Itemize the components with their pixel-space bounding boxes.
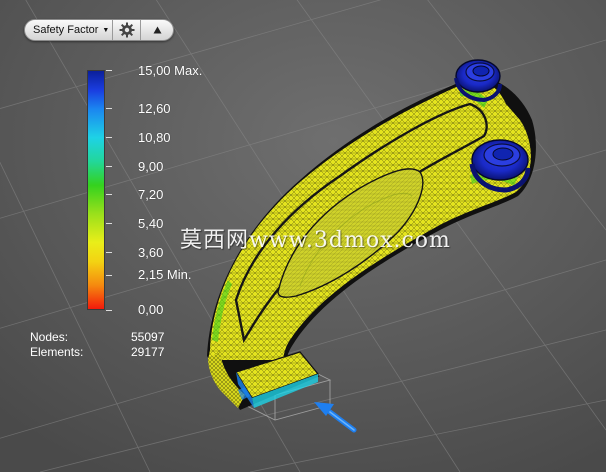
legend-tick	[106, 223, 112, 224]
collapse-menu-button[interactable]	[141, 20, 173, 40]
legend-label: 7,20	[138, 187, 164, 202]
legend-colorbar	[87, 70, 105, 310]
legend-label: 12,60	[138, 101, 171, 116]
result-type-dropdown[interactable]: Safety Factor ▼	[25, 20, 113, 40]
legend-tick	[106, 310, 112, 311]
legend-tick	[106, 137, 112, 138]
legend-tick	[106, 275, 112, 276]
result-toolbar: Safety Factor ▼	[24, 19, 174, 41]
legend-tick	[106, 194, 112, 195]
legend-label: 3,60	[138, 245, 164, 260]
result-type-label: Safety Factor	[33, 24, 99, 36]
legend-label: 5,40	[138, 216, 164, 231]
nodes-label: Nodes:	[30, 330, 69, 344]
watermark-text: 莫西网www.3dmox.com	[180, 228, 451, 253]
legend-label-min: 2,15 Min.	[138, 267, 192, 282]
legend-tick	[106, 108, 112, 109]
legend-label-max: 15,00 Max.	[138, 63, 203, 78]
legend-tick	[106, 166, 112, 167]
legend-tick	[106, 252, 112, 253]
legend-label: 10,80	[138, 130, 171, 145]
legend-label: 9,00	[138, 159, 164, 174]
caret-down-icon: ▼	[102, 26, 110, 34]
nodes-value: 55097	[131, 330, 165, 344]
triangle-up-icon	[153, 26, 161, 34]
elements-value: 29177	[131, 345, 165, 359]
legend-label-zero: 0,00	[138, 302, 164, 317]
gear-icon	[119, 22, 134, 38]
settings-button[interactable]	[113, 20, 141, 40]
legend-tick	[106, 70, 112, 71]
elements-label: Elements:	[30, 345, 84, 359]
